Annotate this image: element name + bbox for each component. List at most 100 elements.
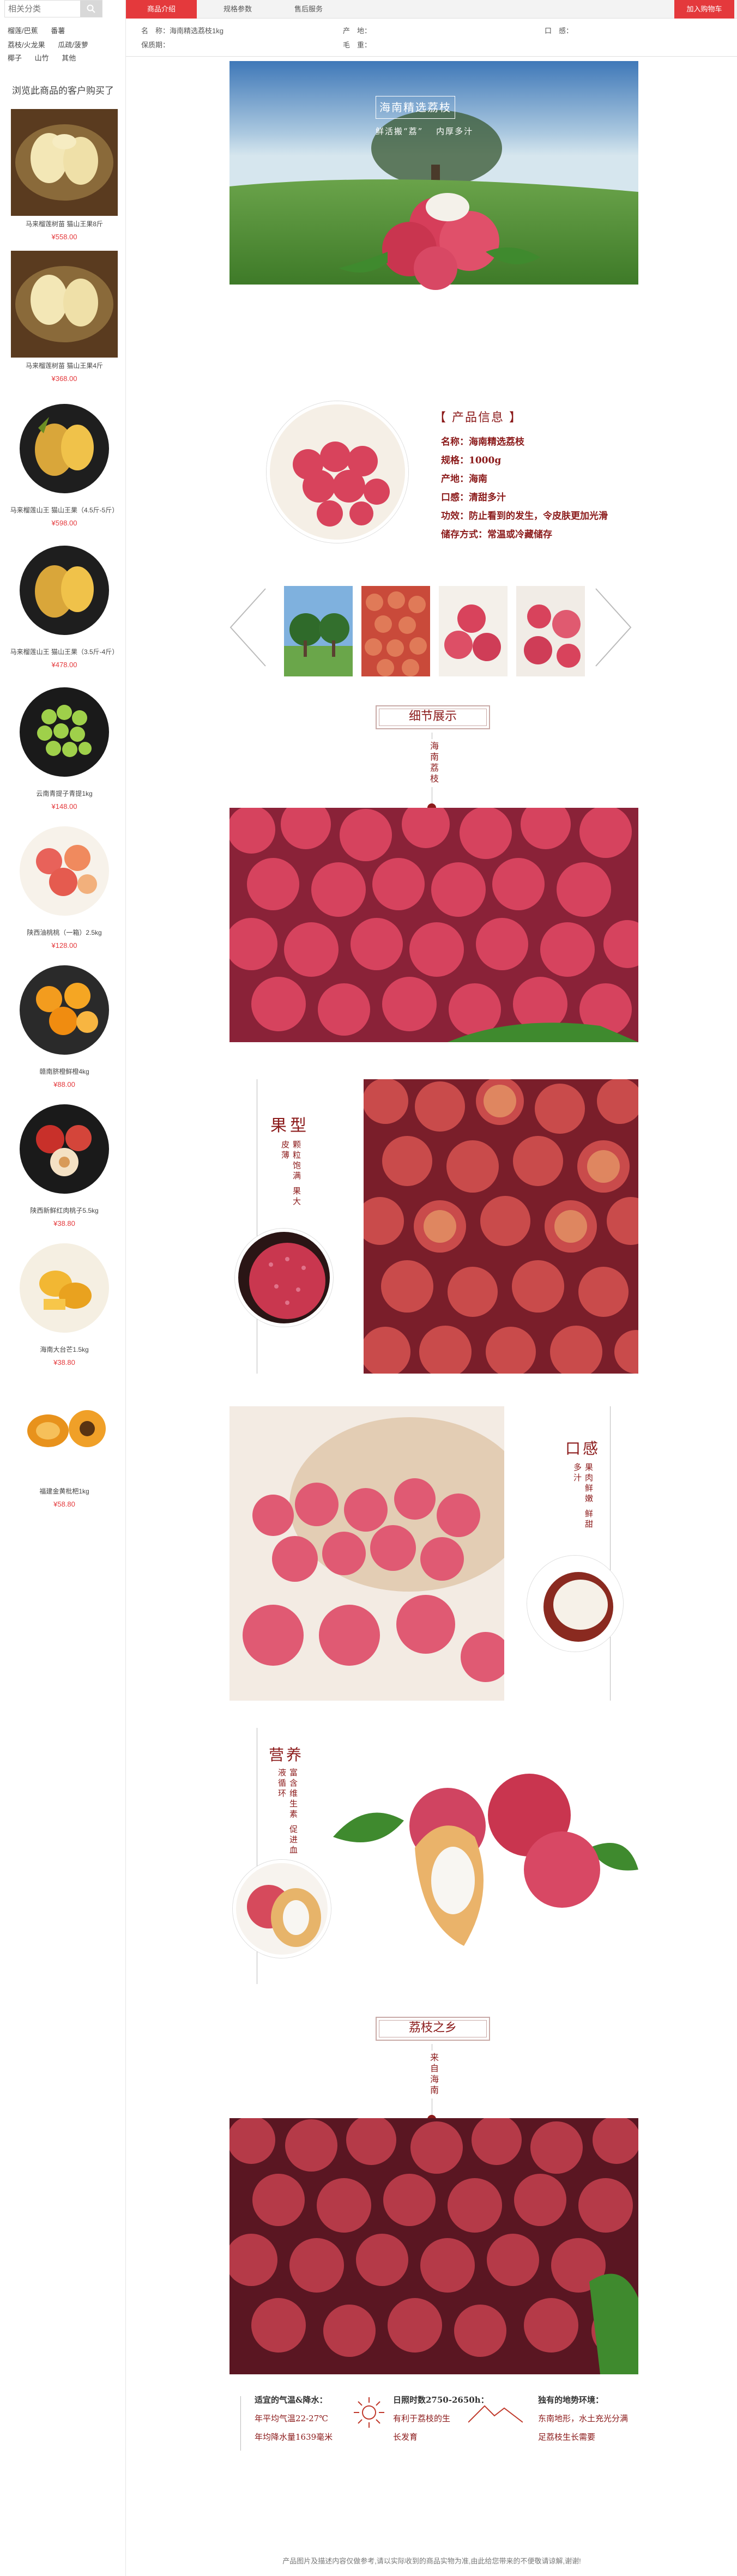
product-card[interactable]: 赣南脐橙鲜橙4kg ¥88.00 <box>10 957 119 1089</box>
product-name: 陕西油桃桃（一箱）2.5kg <box>27 929 102 936</box>
info-line: 储存方式：常温或冷藏储存 <box>441 529 552 540</box>
taste-circle-photo <box>527 1556 623 1652</box>
tab-specs[interactable]: 规格参数 <box>202 0 273 19</box>
spec-params: 名 称：海南精选荔枝1kg 产 地： 口 感： 保质期： 毛 重： <box>126 19 737 57</box>
product-image-grapes <box>20 687 109 777</box>
product-price: ¥88.00 <box>53 1080 75 1089</box>
product-image-durian <box>20 404 109 493</box>
shape-text: 颗粒饱满 果大皮薄 <box>280 1140 301 1207</box>
info-line: 产地：海南 <box>441 474 487 485</box>
product-card[interactable]: 马来榴莲山王 猫山王果（3.5斤-4斤） ¥478.00 <box>10 537 119 669</box>
product-name: 云南青提子青提1kg <box>36 790 93 797</box>
detail-vertical-text: 海南荔枝 <box>426 739 441 787</box>
product-name: 福建金黄枇杷1kg <box>39 1487 89 1495</box>
search-input[interactable] <box>5 1 81 17</box>
category-row: 榴莲/巴蕉 番薯 <box>8 25 76 35</box>
product-card[interactable]: 马来榴莲树苗 猫山王果8斤 ¥558.00 <box>10 109 119 241</box>
category-link[interactable]: 番薯 <box>51 25 65 35</box>
search-button[interactable] <box>80 1 102 17</box>
search-icon <box>87 4 95 13</box>
product-name: 陕西新鲜红肉桃子5.5kg <box>30 1207 99 1214</box>
info-line: 名称：海南精选荔枝 <box>441 437 524 448</box>
nutrition-circle-photo <box>233 1860 331 1958</box>
carousel-thumb[interactable] <box>284 586 353 676</box>
hometown-photo <box>229 2118 638 2374</box>
climate-line: 东南地形，水土充光分满 <box>538 2414 629 2423</box>
shape-title: 果型 <box>270 1116 310 1135</box>
product-name: 马来榴莲山王 猫山王果（3.5斤-4斤） <box>10 648 119 656</box>
product-name: 马来榴莲山王 猫山王果（4.5斤-5斤） <box>10 506 119 514</box>
info-line: 功效：防止看到的发生，令皮肤更加光滑 <box>441 511 608 522</box>
hero-banner: 海南精选荔枝 鲜活搬“荔” 内厚多汁 <box>229 61 638 290</box>
product-card[interactable]: 云南青提子青提1kg ¥148.00 <box>10 679 119 811</box>
product-image-durian <box>20 546 109 635</box>
product-price: ¥58.80 <box>53 1500 75 1508</box>
carousel-thumb[interactable] <box>516 586 585 676</box>
param-origin: 产 地： <box>343 27 372 35</box>
category-link[interactable]: 山竹 <box>35 52 49 63</box>
product-card[interactable]: 陕西油桃桃（一箱）2.5kg ¥128.00 <box>10 818 119 950</box>
climate-title: 适宜的气温&降水： <box>255 2395 328 2405</box>
product-info-photo <box>267 401 408 543</box>
info-line: 规格：1000g <box>441 455 502 466</box>
climate-line: 长发育 <box>393 2432 418 2442</box>
shape-circle-photo <box>235 1229 333 1327</box>
product-price: ¥478.00 <box>51 661 77 669</box>
chevron-right-icon <box>595 588 632 667</box>
product-card[interactable]: 马来榴莲树苗 猫山王果4斤 ¥368.00 <box>10 251 119 383</box>
category-link[interactable]: 荔枝/火龙果 <box>8 39 45 50</box>
main-content: 商品介绍 规格参数 售后服务 加入购物车 名 称：海南精选荔枝1kg 产 地： … <box>125 0 737 2576</box>
section-title-text: 细节展示 <box>408 710 457 723</box>
climate-line: 年平均气温22-27℃ <box>255 2414 329 2423</box>
product-card[interactable]: 陕西新鲜红肉桃子5.5kg ¥38.80 <box>10 1096 119 1227</box>
taste-title: 口感 <box>565 1440 601 1458</box>
climate-line: 年均降水量1639毫米 <box>255 2432 333 2442</box>
category-row: 椰子 山竹 其他 <box>8 52 87 63</box>
climate-title: 独有的地势环境： <box>538 2395 604 2405</box>
param-weight: 毛 重： <box>343 41 372 49</box>
category-link[interactable]: 其他 <box>62 52 76 63</box>
nutrition-title: 营养 <box>269 1746 304 1764</box>
chevron-left-icon <box>229 588 266 667</box>
divider-line <box>610 1406 611 1701</box>
climate-block: 独有的地势环境： 东南地形，水土充光分满 足荔枝生长需要 <box>538 2391 628 2446</box>
category-link[interactable]: 榴莲/巴蕉 <box>8 25 38 35</box>
section-title-text: 荔枝之乡 <box>408 2021 457 2035</box>
carousel-thumb[interactable] <box>439 586 508 676</box>
mountain-icon <box>468 2402 523 2423</box>
product-card[interactable]: 马来榴莲山王 猫山王果（4.5斤-5斤） ¥598.00 <box>10 395 119 527</box>
product-price: ¥38.80 <box>53 1219 75 1227</box>
product-card[interactable]: 福建金黄枇杷1kg ¥58.80 <box>10 1376 119 1508</box>
carousel-prev-button[interactable] <box>227 586 268 668</box>
climate-line: 足荔枝生长需要 <box>538 2432 596 2442</box>
divider-line <box>240 2396 241 2451</box>
hero-banner-image <box>229 61 638 290</box>
shape-photo <box>364 1079 638 1374</box>
product-name: 海南大台芒1.5kg <box>40 1346 89 1353</box>
section-title-hometown: 荔枝之乡 <box>376 2017 490 2041</box>
product-image-loquat <box>11 1376 118 1483</box>
taste-text: 果肉鲜嫩 鲜甜多汁 <box>572 1463 594 1530</box>
carousel-thumb[interactable] <box>361 586 430 676</box>
add-to-cart-button[interactable]: 加入购物车 <box>674 0 734 19</box>
product-card[interactable]: 海南大台芒1.5kg ¥38.80 <box>10 1235 119 1366</box>
hometown-vertical-text: 来自海南 <box>426 2051 441 2099</box>
info-line: 口感：清甜多汁 <box>441 492 506 503</box>
product-info-heading: 【 产品信息 】 <box>434 411 522 425</box>
param-shelf-life: 保质期： <box>141 41 170 49</box>
param-taste: 口 感： <box>545 27 573 35</box>
nutrition-photo <box>333 1728 638 1990</box>
product-image-mango <box>20 1243 109 1333</box>
section-title-detail: 细节展示 <box>376 705 490 729</box>
climate-block: 适宜的气温&降水： 年平均气温22-27℃ 年均降水量1639毫米 <box>255 2391 333 2446</box>
product-image-durian <box>11 251 118 358</box>
product-name: 赣南脐橙鲜橙4kg <box>39 1068 89 1075</box>
tab-after-sales[interactable]: 售后服务 <box>273 0 344 19</box>
carousel-next-button[interactable] <box>594 586 634 668</box>
category-link[interactable]: 椰子 <box>8 52 22 63</box>
product-price: ¥558.00 <box>51 233 77 241</box>
footer-disclaimer: 产品图片及描述内容仅做参考,请以实际收到的商品实物为准,由此给您带来的不便敬请谅… <box>282 2557 581 2565</box>
category-link[interactable]: 瓜疏/菠萝 <box>58 39 88 50</box>
hero-subtitle: 鲜活搬“荔” 内厚多汁 <box>376 126 474 136</box>
tab-product-intro[interactable]: 商品介绍 <box>126 0 197 19</box>
